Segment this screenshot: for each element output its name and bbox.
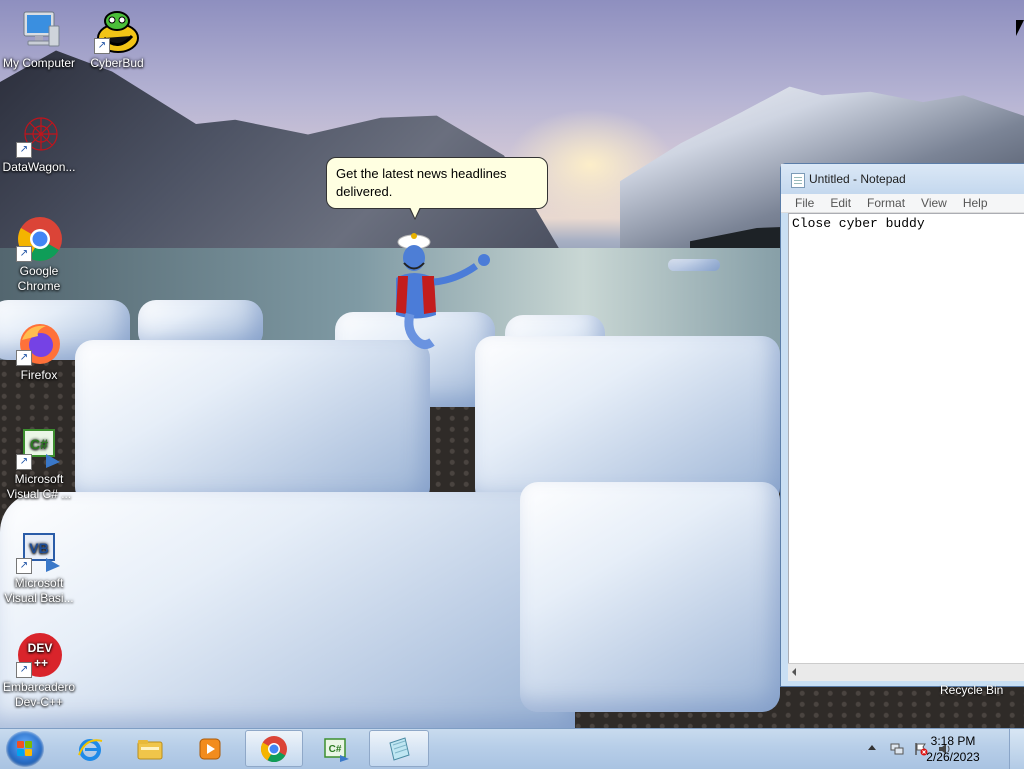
folder-icon — [137, 739, 163, 759]
clock-time[interactable]: 3:18 PM — [918, 734, 988, 748]
wallpaper-ice — [668, 259, 720, 271]
menu-view[interactable]: View — [913, 194, 955, 212]
desktop-icon-datawagon[interactable]: ↗ DataWagon... — [0, 112, 78, 175]
dev-cpp-icon: DEV ++ ↗ — [16, 632, 62, 678]
taskbar-media-player[interactable] — [182, 730, 238, 767]
svg-text:VB: VB — [29, 540, 48, 556]
internet-explorer-icon — [78, 738, 103, 761]
notepad-window[interactable]: Untitled - Notepad File Edit Format View… — [780, 163, 1024, 687]
windows-logo-icon — [17, 741, 33, 757]
desktop-icon-label: Firefox — [20, 368, 58, 382]
genie-speech-balloon[interactable]: Get the latest news headlines delivered. — [326, 157, 548, 220]
svg-text:++: ++ — [34, 656, 48, 670]
desktop-icon-cyberbud[interactable]: ↗ CyberBud — [78, 8, 156, 71]
desktop-icon-google-chrome[interactable]: ↗ Google Chrome — [0, 216, 78, 294]
menu-help[interactable]: Help — [955, 194, 996, 212]
show-hidden-icons-icon[interactable] — [868, 745, 876, 750]
shortcut-arrow-icon: ↗ — [16, 142, 32, 158]
notepad-title: Untitled - Notepad — [809, 172, 906, 186]
shortcut-arrow-icon: ↗ — [16, 246, 32, 262]
chrome-icon: ↗ — [16, 216, 62, 262]
desktop-icon-label: Google Chrome — [17, 264, 61, 293]
mouse-cursor-icon — [1016, 20, 1024, 36]
datawagon-icon: ↗ — [16, 112, 62, 158]
desktop-icon-dev-cpp[interactable]: DEV ++ ↗ Embarcadero Dev-C++ — [0, 632, 78, 710]
balloon-text: Get the latest news headlines delivered. — [336, 166, 507, 199]
shortcut-arrow-icon: ↗ — [16, 454, 32, 470]
desktop-icon-label: CyberBud — [90, 56, 144, 70]
shortcut-arrow-icon: ↗ — [16, 662, 32, 678]
horizontal-scrollbar[interactable] — [788, 663, 1024, 681]
firefox-icon: ↗ — [16, 320, 62, 366]
desktop-icon-recycle-bin[interactable]: Recycle Bin — [940, 683, 1003, 697]
notepad-icon — [791, 173, 805, 188]
notepad-text-area[interactable]: Close cyber buddy — [788, 213, 1024, 663]
wallpaper-mountain-left — [0, 50, 560, 250]
svg-text:DEV: DEV — [28, 641, 53, 655]
taskbar: C# 3:18 PM 2/26/2023 — [0, 728, 1024, 769]
desktop-icon-visual-basic[interactable]: VB ↗ Microsoft Visual Basi... — [0, 528, 78, 606]
desktop-icon-label: My Computer — [2, 56, 76, 70]
notepad-menubar: File Edit Format View Help — [781, 194, 1024, 213]
visual-basic-icon: VB ↗ — [16, 528, 62, 574]
desktop-icon-visual-csharp[interactable]: C# ↗ Microsoft Visual C# ... — [0, 424, 78, 502]
wallpaper-ice — [75, 340, 430, 505]
menu-edit[interactable]: Edit — [822, 194, 859, 212]
desktop-icon-my-computer[interactable]: My Computer — [0, 8, 78, 71]
genie-icon — [396, 233, 490, 350]
taskbar-notepad[interactable] — [369, 730, 429, 767]
visual-csharp-icon: C# ↗ — [16, 424, 62, 470]
shortcut-arrow-icon: ↗ — [94, 38, 110, 54]
media-player-icon — [199, 738, 221, 759]
notepad-icon — [389, 736, 410, 761]
system-tray: 3:18 PM 2/26/2023 — [824, 729, 1024, 769]
computer-icon — [16, 8, 62, 54]
desktop-icon-label: DataWagon... — [2, 160, 76, 174]
start-button[interactable] — [6, 731, 44, 767]
svg-text:C#: C# — [30, 436, 48, 452]
network-icon[interactable] — [890, 742, 904, 756]
cyberbud-icon: ↗ — [94, 8, 140, 54]
notepad-content: Close cyber buddy — [792, 216, 925, 231]
visual-csharp-icon: C# — [324, 737, 349, 762]
menu-file[interactable]: File — [787, 194, 822, 212]
show-desktop-button[interactable] — [1009, 729, 1024, 769]
desktop-icon-label: Embarcadero Dev-C++ — [2, 680, 76, 709]
scroll-left-icon[interactable] — [792, 668, 796, 676]
chrome-icon — [260, 735, 287, 762]
wallpaper-ice — [0, 492, 575, 728]
desktop-icon-label: Microsoft Visual C# ... — [6, 472, 72, 501]
shortcut-arrow-icon: ↗ — [16, 350, 32, 366]
genie-character[interactable] — [376, 230, 496, 350]
wallpaper-ice — [475, 336, 780, 506]
clock-date[interactable]: 2/26/2023 — [918, 750, 988, 764]
taskbar-visual-csharp[interactable]: C# — [308, 730, 364, 767]
wallpaper-ice — [520, 482, 780, 712]
taskbar-windows-explorer[interactable] — [122, 730, 178, 767]
taskbar-internet-explorer[interactable] — [62, 730, 118, 767]
taskbar-google-chrome[interactable] — [245, 730, 303, 767]
desktop-icon-label: Microsoft Visual Basi... — [4, 576, 74, 605]
svg-text:C#: C# — [329, 744, 342, 755]
desktop-icon-firefox[interactable]: ↗ Firefox — [0, 320, 78, 383]
shortcut-arrow-icon: ↗ — [16, 558, 32, 574]
notepad-titlebar[interactable]: Untitled - Notepad — [781, 164, 1024, 194]
menu-format[interactable]: Format — [859, 194, 913, 212]
